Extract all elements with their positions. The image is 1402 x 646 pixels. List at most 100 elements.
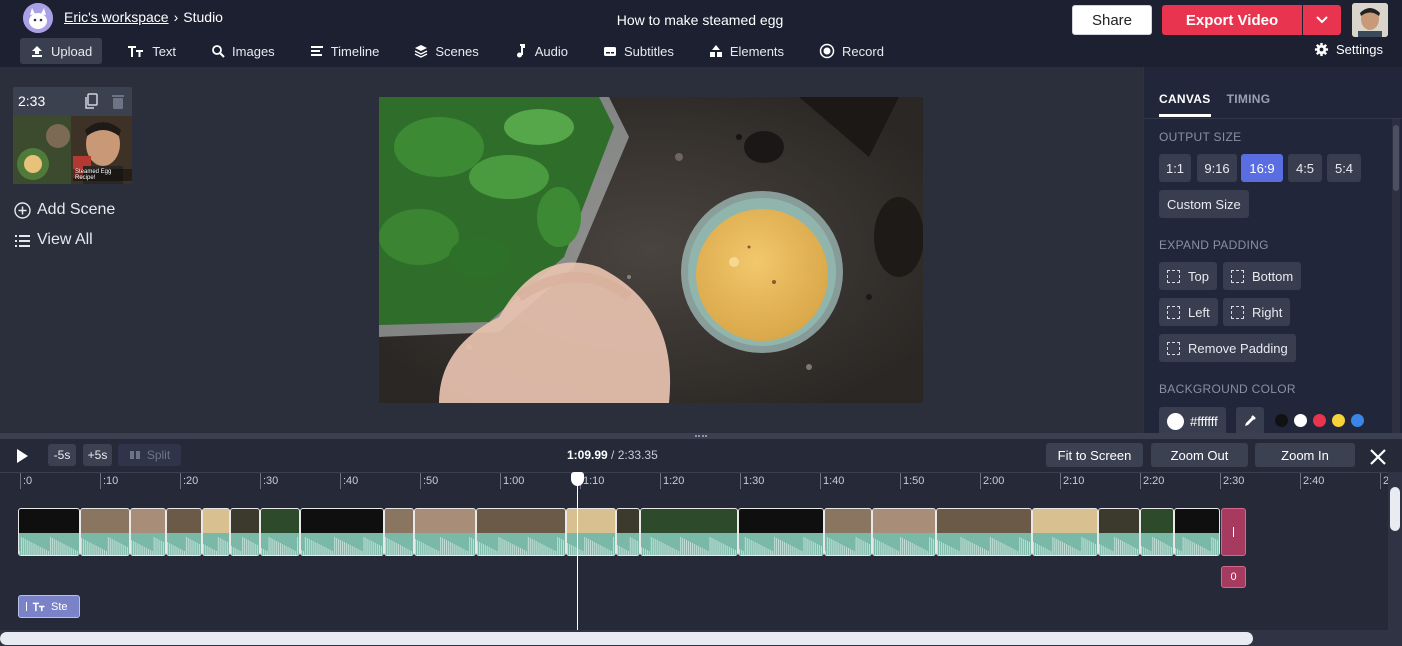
video-preview[interactable] xyxy=(379,97,923,403)
add-scene-button[interactable]: Add Scene xyxy=(14,201,115,219)
custom-size-button[interactable]: Custom Size xyxy=(1159,190,1249,218)
timeline-clip[interactable] xyxy=(1032,508,1098,556)
split-label: Split xyxy=(146,448,171,462)
tab-canvas[interactable]: CANVAS xyxy=(1159,92,1211,117)
pad-left-button[interactable]: Left xyxy=(1159,298,1218,326)
timeline-clip[interactable] xyxy=(476,508,566,556)
pad-top-button[interactable]: Top xyxy=(1159,262,1217,290)
size-1-1-button[interactable]: 1:1 xyxy=(1159,154,1191,182)
size-16-9-button[interactable]: 16:9 xyxy=(1241,154,1283,182)
user-avatar[interactable] xyxy=(1352,3,1388,37)
timeline-clip[interactable] xyxy=(738,508,824,556)
fit-to-screen-button[interactable]: Fit to Screen xyxy=(1046,443,1143,467)
workspace-avatar[interactable] xyxy=(23,3,53,33)
zoom-out-button[interactable]: Zoom Out xyxy=(1151,443,1248,467)
timeline-clip[interactable] xyxy=(1098,508,1140,556)
audio-waveform xyxy=(261,533,299,555)
playhead-handle[interactable] xyxy=(571,472,584,486)
timeline-clip[interactable] xyxy=(260,508,300,556)
scenes-panel: 2:33 Steamed Egg Recipe! Add Scene View xyxy=(0,67,370,433)
swatch-black[interactable] xyxy=(1275,414,1288,427)
timeline-clip[interactable] xyxy=(130,508,166,556)
menu-subtitles[interactable]: Subtitles xyxy=(593,38,684,64)
project-title[interactable]: How to make steamed egg xyxy=(560,12,840,28)
forward-5s-button[interactable]: +5s xyxy=(83,444,112,466)
add-scene-label: Add Scene xyxy=(37,201,116,218)
swatch-red[interactable] xyxy=(1313,414,1326,427)
menu-upload[interactable]: Upload xyxy=(20,38,103,64)
play-icon[interactable] xyxy=(14,448,30,464)
timeline-clip[interactable] xyxy=(872,508,936,556)
export-video-button[interactable]: Export Video xyxy=(1162,5,1302,35)
horizontal-scrollbar-thumb[interactable] xyxy=(0,632,1253,645)
timeline-clip[interactable] xyxy=(166,508,202,556)
breadcrumb-workspace-link[interactable]: Eric's workspace xyxy=(64,9,169,25)
timeline-clip[interactable] xyxy=(616,508,640,556)
size-5-4-button[interactable]: 5:4 xyxy=(1327,154,1361,182)
timeline-clip[interactable] xyxy=(566,508,616,556)
audio-waveform xyxy=(937,533,1031,555)
text-track-item[interactable]: Ste xyxy=(18,595,80,618)
swatch-white[interactable] xyxy=(1294,414,1307,427)
zoom-in-button[interactable]: Zoom In xyxy=(1255,443,1355,467)
menu-scenes[interactable]: Scenes xyxy=(404,38,488,64)
timeline-clip[interactable] xyxy=(300,508,384,556)
share-button[interactable]: Share xyxy=(1072,5,1152,35)
menu-images[interactable]: Images xyxy=(201,38,285,64)
timeline-clip[interactable] xyxy=(824,508,872,556)
menu-timeline[interactable]: Timeline xyxy=(300,38,390,64)
time-ruler[interactable]: :0:10:20:30:40:50 1:00 1:10 1:20 1:30 1:40 1:5… xyxy=(0,472,1390,494)
menu-audio[interactable]: Audio xyxy=(504,38,578,64)
background-color-picker[interactable]: #ffffff xyxy=(1159,407,1226,433)
timeline-horizontal-scrollbar[interactable] xyxy=(0,630,1390,646)
timeline-vertical-scrollbar[interactable] xyxy=(1388,472,1402,646)
timeline-clip[interactable] xyxy=(202,508,230,556)
timeline-clip[interactable] xyxy=(640,508,738,556)
trash-icon[interactable] xyxy=(110,93,126,110)
timeline-clip[interactable] xyxy=(230,508,260,556)
scene-duration: 2:33 xyxy=(18,93,46,109)
ruler-tick xyxy=(1060,473,1061,489)
size-9-16-button[interactable]: 9:16 xyxy=(1197,154,1237,182)
size-4-5-button[interactable]: 4:5 xyxy=(1288,154,1322,182)
close-icon[interactable] xyxy=(1368,447,1388,467)
timeline-clip[interactable] xyxy=(414,508,476,556)
pad-bottom-label: Bottom xyxy=(1252,268,1294,284)
timeline-clip[interactable] xyxy=(384,508,414,556)
audio-waveform xyxy=(19,533,79,555)
menu-timeline-label: Timeline xyxy=(330,43,380,59)
timeline-clip[interactable] xyxy=(18,508,80,556)
list-icon xyxy=(15,234,30,247)
color-preview-dot xyxy=(1167,412,1184,430)
view-all-button[interactable]: View All xyxy=(14,231,93,249)
split-button[interactable]: Split xyxy=(118,444,181,466)
remove-padding-button[interactable]: Remove Padding xyxy=(1159,334,1296,362)
back-5s-button[interactable]: -5s xyxy=(48,444,76,466)
ruler-tick xyxy=(900,473,901,489)
scene-card[interactable]: 2:33 Steamed Egg Recipe! xyxy=(13,87,132,184)
timeline-clip[interactable] xyxy=(1140,508,1174,556)
properties-scrollbar-thumb[interactable] xyxy=(1393,125,1399,191)
menu-elements[interactable]: Elements xyxy=(699,38,794,64)
scene-end-marker[interactable] xyxy=(1221,508,1246,556)
timeline-clip[interactable] xyxy=(80,508,130,556)
pad-right-button[interactable]: Right xyxy=(1223,298,1291,326)
menu-text-label: Text xyxy=(152,43,177,59)
export-options-button[interactable] xyxy=(1303,5,1341,35)
playhead-line[interactable] xyxy=(577,472,578,630)
timeline-clip[interactable] xyxy=(1174,508,1220,556)
eyedropper-button[interactable] xyxy=(1236,407,1264,433)
menu-record[interactable]: Record xyxy=(809,38,894,64)
timeline-clip[interactable] xyxy=(936,508,1032,556)
ruler-tick-label: :0 xyxy=(23,475,33,487)
vertical-scrollbar-thumb[interactable] xyxy=(1390,487,1400,531)
properties-scrollbar[interactable] xyxy=(1392,119,1400,433)
music-note-icon xyxy=(516,44,525,58)
tab-timing[interactable]: TIMING xyxy=(1227,92,1271,117)
settings-button[interactable]: Settings xyxy=(1314,42,1383,57)
pad-bottom-button[interactable]: Bottom xyxy=(1223,262,1302,290)
swatch-blue[interactable] xyxy=(1351,414,1364,427)
swatch-yellow[interactable] xyxy=(1332,414,1345,427)
copy-icon[interactable] xyxy=(83,93,99,110)
menu-text[interactable]: Text xyxy=(117,38,186,64)
